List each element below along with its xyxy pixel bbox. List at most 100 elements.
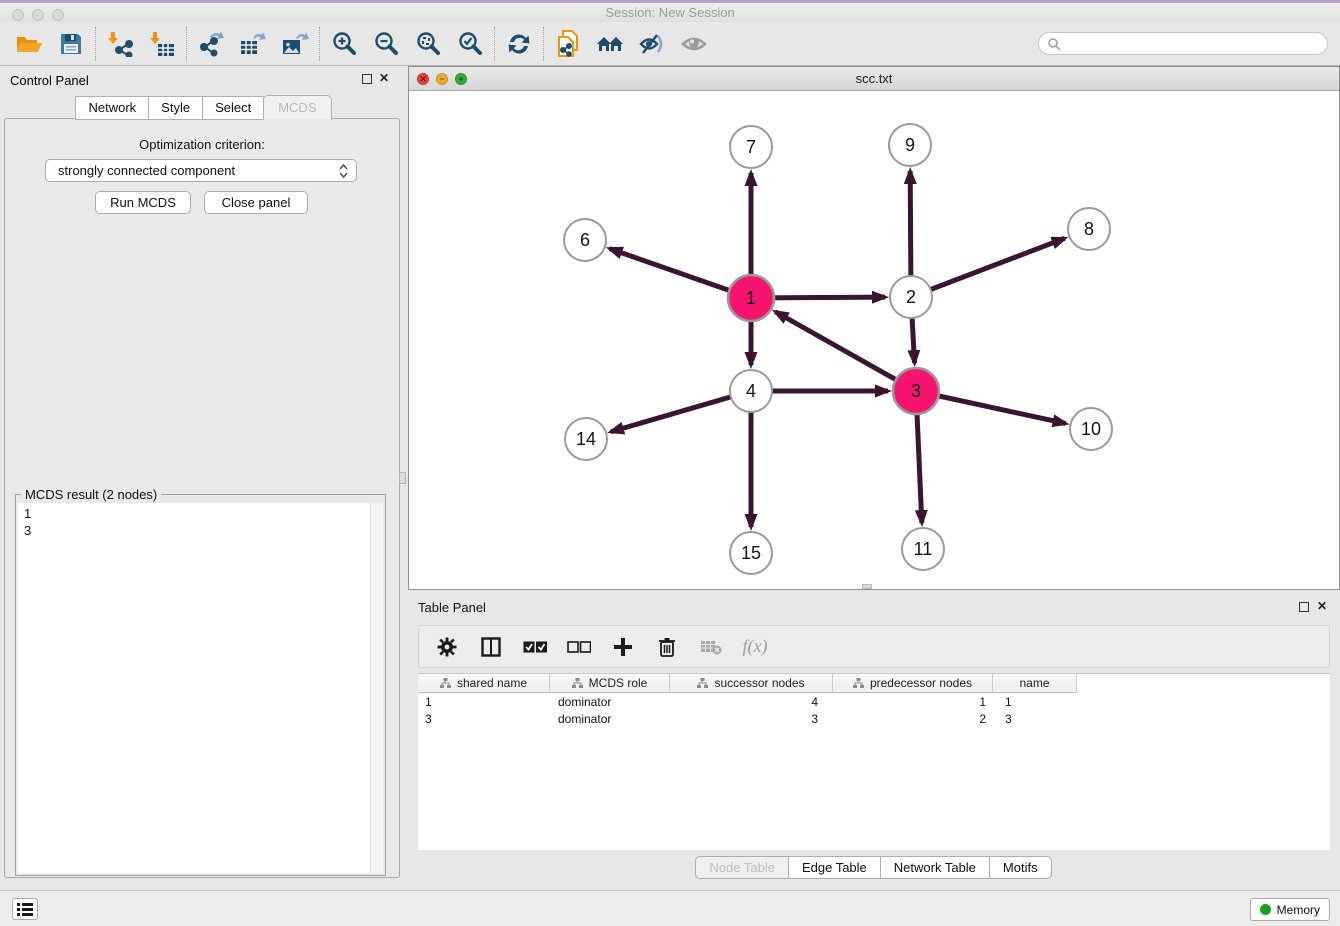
graph-node-label: 8 — [1084, 219, 1094, 239]
tree-icon — [572, 678, 583, 688]
minimize-view-icon[interactable]: − — [436, 73, 448, 85]
close-window-icon[interactable] — [12, 9, 24, 21]
table-panel-float-icon[interactable] — [1299, 602, 1309, 612]
table-settings-button[interactable] — [435, 635, 459, 659]
trash-icon — [658, 637, 676, 657]
tab-edge-table[interactable]: Edge Table — [788, 856, 881, 879]
function-builder-button: f(x) — [743, 635, 767, 659]
save-session-button[interactable] — [50, 26, 92, 62]
table-row[interactable]: 1dominator411 — [418, 693, 1330, 710]
column-header-shared-name[interactable]: shared name — [418, 674, 550, 693]
control-panel-float-icon[interactable] — [362, 74, 372, 84]
search-field[interactable] — [1038, 32, 1328, 55]
checked-boxes-icon — [523, 641, 547, 653]
window-title: Session: New Session — [605, 5, 734, 20]
zoom-out-button[interactable] — [365, 26, 407, 62]
import-table-icon — [149, 31, 175, 57]
export-table-icon — [239, 31, 267, 57]
tab-mcds[interactable]: MCDS — [263, 95, 331, 120]
memory-button[interactable]: Memory — [1250, 898, 1330, 921]
export-image-button[interactable] — [274, 26, 316, 62]
tab-node-table[interactable]: Node Table — [695, 856, 789, 879]
eye-slash-icon — [638, 32, 666, 56]
control-panel-tabs: Network Style Select MCDS — [0, 96, 408, 120]
eye-icon — [680, 33, 708, 55]
zoom-fit-button[interactable] — [407, 26, 449, 62]
application-window: Session: New Session — [0, 0, 1340, 926]
mcds-result-text[interactable]: 1 3 — [18, 503, 370, 873]
run-mcds-button[interactable]: Run MCDS — [95, 191, 191, 214]
table-cell: 4 — [670, 695, 833, 709]
search-icon — [1047, 37, 1061, 51]
fx-icon: f(x) — [743, 636, 768, 657]
table-panel-close-icon[interactable]: ✕ — [1317, 600, 1327, 612]
window-traffic-lights[interactable] — [12, 9, 64, 21]
toolbar-separator — [186, 27, 187, 61]
network-window-controls: ✕ − + — [417, 73, 467, 85]
toolbar-separator — [543, 27, 544, 61]
first-neighbors-button[interactable] — [589, 26, 631, 62]
apply-layout-button[interactable] — [498, 26, 540, 62]
select-all-columns-button[interactable] — [523, 635, 547, 659]
show-graphics-details-button[interactable] — [673, 26, 715, 62]
table-cell: 2 — [833, 712, 993, 726]
network-canvas[interactable]: 7968124314101511 — [409, 91, 1339, 589]
export-network-button[interactable] — [190, 26, 232, 62]
import-table-button[interactable] — [141, 26, 183, 62]
zoom-fit-icon — [415, 31, 441, 57]
network-window-titlebar: ✕ − + scc.txt — [409, 67, 1339, 91]
network-from-selection-button[interactable] — [547, 26, 589, 62]
graph-node-label: 14 — [576, 429, 596, 449]
graph-node-label: 4 — [746, 381, 756, 401]
export-table-button[interactable] — [232, 26, 274, 62]
import-network-button[interactable] — [99, 26, 141, 62]
horizontal-splitter-handle[interactable] — [862, 584, 872, 589]
maximize-view-icon[interactable]: + — [455, 73, 467, 85]
zoom-in-button[interactable] — [323, 26, 365, 62]
export-image-icon — [281, 31, 309, 57]
show-column-panel-button[interactable] — [479, 635, 503, 659]
column-header-name[interactable]: name — [993, 674, 1077, 693]
column-header-mcds-role[interactable]: MCDS role — [550, 674, 670, 693]
delete-column-button[interactable] — [655, 635, 679, 659]
hide-style-button[interactable] — [631, 26, 673, 62]
graph-node-label: 3 — [911, 381, 921, 401]
minimize-window-icon[interactable] — [32, 9, 44, 21]
tab-select[interactable]: Select — [202, 96, 264, 120]
table-panel: Table Panel ✕ — [408, 595, 1340, 890]
tree-icon — [853, 678, 864, 688]
create-column-button[interactable] — [611, 635, 635, 659]
column-header-predecessor-nodes[interactable]: predecessor nodes — [833, 674, 993, 693]
open-session-button[interactable] — [8, 26, 50, 62]
tab-style[interactable]: Style — [148, 96, 203, 120]
delete-table-button — [699, 635, 723, 659]
control-panel-header: Control Panel ✕ — [0, 66, 408, 94]
unchecked-boxes-icon — [567, 641, 591, 653]
close-view-icon[interactable]: ✕ — [417, 73, 429, 85]
graph-node-label: 15 — [741, 543, 761, 563]
tab-network-table[interactable]: Network Table — [880, 856, 990, 879]
control-panel-close-icon[interactable]: ✕ — [379, 72, 389, 84]
task-history-button[interactable] — [12, 898, 38, 920]
zoom-selected-button[interactable] — [449, 26, 491, 62]
graph-edge[interactable] — [911, 238, 1065, 297]
criterion-select[interactable]: strongly connected component — [45, 159, 357, 182]
deselect-all-columns-button[interactable] — [567, 635, 591, 659]
column-header-successor-nodes[interactable]: successor nodes — [670, 674, 833, 693]
mcds-result-group: MCDS result (2 nodes) 1 3 — [15, 494, 386, 876]
import-network-icon — [107, 31, 133, 57]
tab-network[interactable]: Network — [75, 96, 149, 120]
network-view-window: ✕ − + scc.txt 7968124314101511 — [408, 66, 1340, 590]
close-panel-button[interactable]: Close panel — [204, 191, 308, 214]
result-scrollbar[interactable] — [370, 503, 383, 873]
maximize-window-icon[interactable] — [52, 9, 64, 21]
window-titlebar: Session: New Session — [0, 3, 1340, 22]
search-input[interactable] — [1061, 37, 1327, 51]
criterion-value: strongly connected component — [58, 163, 339, 178]
list-icon — [17, 903, 33, 916]
vertical-splitter-handle[interactable] — [399, 472, 406, 484]
graph-node-label: 6 — [580, 230, 590, 250]
table-row[interactable]: 3dominator323 — [418, 710, 1330, 727]
graph-node-label: 10 — [1081, 419, 1101, 439]
tab-motifs[interactable]: Motifs — [989, 856, 1052, 879]
